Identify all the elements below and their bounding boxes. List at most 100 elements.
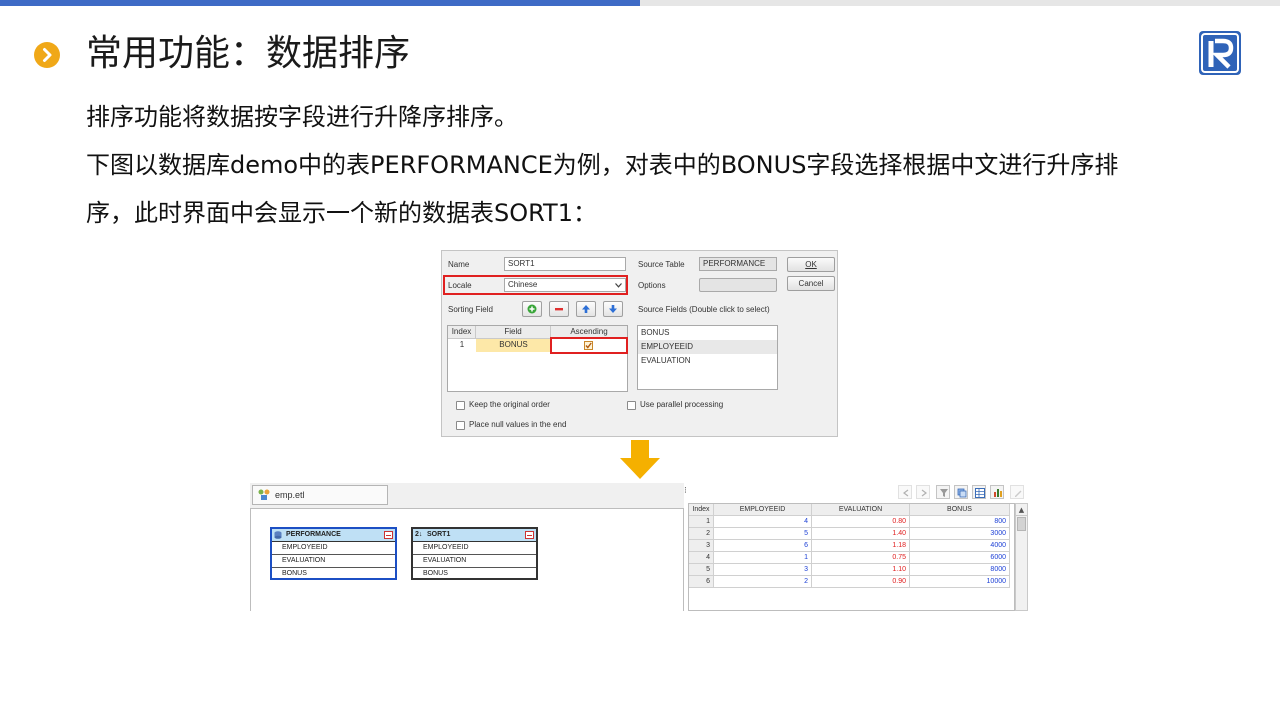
scroll-up-icon[interactable]: ▲	[1016, 504, 1027, 516]
flow-canvas[interactable]: PERFORMANCE EMPLOYEEID EVALUATION BONUS …	[250, 509, 684, 611]
cell-employeeid: 5	[714, 528, 812, 540]
collapse-icon[interactable]	[384, 531, 393, 539]
remove-icon	[555, 308, 563, 311]
cell-evaluation: 1.18	[812, 540, 910, 552]
source-table-input[interactable]: PERFORMANCE	[699, 257, 777, 271]
toolbar-button-table[interactable]	[972, 485, 986, 499]
cell-evaluation: 0.80	[812, 516, 910, 528]
ascending-highlight-box	[550, 337, 628, 354]
cell-employeeid: 4	[714, 516, 812, 528]
use-parallel-label: Use parallel processing	[640, 400, 724, 409]
ok-button[interactable]: OK	[787, 257, 835, 272]
sorting-field-label: Sorting Field	[448, 305, 493, 314]
cell-employeeid: 6	[714, 540, 812, 552]
intro-paragraph: 排序功能将数据按字段进行升降序排序。	[86, 103, 518, 131]
node-field: BONUS	[423, 570, 448, 577]
table-icon	[975, 488, 985, 498]
node-sort1[interactable]: 2↓ SORT1 EMPLOYEEID EVALUATION BONUS	[411, 527, 538, 580]
keep-original-order-label: Keep the original order	[469, 400, 550, 409]
chevron-right-icon	[34, 42, 60, 68]
table-row-index: 1	[459, 340, 465, 349]
pencil-icon	[1015, 490, 1022, 497]
node-performance[interactable]: PERFORMANCE EMPLOYEEID EVALUATION BONUS	[270, 527, 397, 580]
node-field: EMPLOYEEID	[272, 542, 395, 555]
grid-header: EVALUATION	[812, 504, 910, 516]
database-icon	[274, 531, 282, 539]
add-icon	[527, 304, 537, 314]
row-index: 2	[689, 528, 714, 540]
sort-fields-table: Index Field Ascending 1 BONUS	[447, 325, 628, 392]
description-line-2: 序，此时界面中会显示一个新的数据表SORT1：	[86, 199, 597, 227]
editor-tabstrip: emp.etl	[250, 483, 684, 509]
row-index: 4	[689, 552, 714, 564]
toolbar-button-copy[interactable]	[954, 485, 968, 499]
node-title: PERFORMANCE	[272, 529, 395, 542]
name-input[interactable]: SORT1	[504, 257, 626, 271]
toolbar-button-edit[interactable]	[1010, 485, 1024, 499]
top-gray-bar	[640, 0, 1280, 6]
arrow-up-icon	[582, 305, 590, 313]
top-accent-bar	[0, 0, 640, 6]
cell-employeeid: 3	[714, 564, 812, 576]
source-field-item[interactable]: EMPLOYEEID	[638, 340, 777, 354]
chart-icon	[994, 489, 1002, 497]
place-null-end-checkbox[interactable]	[456, 421, 465, 430]
down-arrow-icon	[620, 440, 660, 479]
move-up-button[interactable]	[576, 301, 596, 317]
splitter-handle[interactable]: ⁝	[684, 485, 687, 496]
keep-original-order-checkbox[interactable]	[456, 401, 465, 410]
brand-logo-icon	[1199, 31, 1241, 75]
node-field: EMPLOYEEID	[413, 542, 536, 555]
row-index: 5	[689, 564, 714, 576]
node-field: EVALUATION	[413, 555, 536, 568]
node-field: BONUS	[282, 570, 307, 577]
toolbar-button-chart[interactable]	[990, 485, 1004, 499]
remove-field-button[interactable]	[549, 301, 569, 317]
source-field-item[interactable]: EVALUATION	[638, 354, 777, 368]
cell-employeeid: 2	[714, 576, 812, 588]
etl-editor-screenshot: emp.etl PERFORMANCE EMPLOYEEID EVALUATIO…	[250, 483, 1030, 611]
sort-icon: 2↓	[415, 531, 423, 538]
collapse-icon[interactable]	[525, 531, 534, 539]
toolbar-button-first[interactable]	[898, 485, 912, 499]
arrow-right-icon	[921, 489, 927, 497]
cell-evaluation: 0.75	[812, 552, 910, 564]
page-title: 常用功能：数据排序	[86, 33, 411, 74]
source-table-label: Source Table	[638, 260, 685, 269]
move-down-button[interactable]	[603, 301, 623, 317]
place-null-end-label: Place null values in the end	[469, 420, 567, 429]
cell-bonus: 8000	[910, 564, 1010, 576]
cell-bonus: 4000	[910, 540, 1010, 552]
add-field-button[interactable]	[522, 301, 542, 317]
node-title: 2↓ SORT1	[413, 529, 536, 542]
options-input[interactable]	[699, 278, 777, 292]
grid-scrollbar[interactable]: ▲	[1015, 503, 1028, 611]
node-field: EVALUATION	[272, 555, 395, 568]
filter-icon	[940, 489, 948, 497]
row-index: 3	[689, 540, 714, 552]
grid-header: BONUS	[910, 504, 1010, 516]
table-row-field[interactable]: BONUS	[476, 339, 551, 352]
sort-dialog: Name SORT1 Source Table PERFORMANCE OK C…	[441, 250, 838, 437]
result-grid: Index EMPLOYEEID EVALUATION BONUS 1 4 0.…	[688, 503, 1015, 611]
toolbar-button-filter[interactable]	[936, 485, 950, 499]
arrow-down-icon	[609, 305, 617, 313]
scroll-thumb[interactable]	[1017, 517, 1026, 531]
cell-evaluation: 1.40	[812, 528, 910, 540]
cancel-button[interactable]: Cancel	[787, 276, 835, 291]
tab-label: emp.etl	[275, 490, 305, 500]
cell-employeeid: 1	[714, 552, 812, 564]
toolbar-button-next[interactable]	[916, 485, 930, 499]
arrow-left-icon	[903, 489, 909, 497]
locale-highlight-box	[443, 275, 628, 295]
row-index: 6	[689, 576, 714, 588]
cell-bonus: 6000	[910, 552, 1010, 564]
options-label: Options	[638, 281, 666, 290]
row-index: 1	[689, 516, 714, 528]
source-field-item[interactable]: BONUS	[638, 326, 777, 340]
description-line-1: 下图以数据库demo中的表PERFORMANCE为例，对表中的BONUS字段选择…	[86, 151, 1119, 179]
use-parallel-checkbox[interactable]	[627, 401, 636, 410]
cell-bonus: 3000	[910, 528, 1010, 540]
name-label: Name	[448, 260, 470, 269]
tab-emp-etl[interactable]: emp.etl	[252, 485, 388, 505]
